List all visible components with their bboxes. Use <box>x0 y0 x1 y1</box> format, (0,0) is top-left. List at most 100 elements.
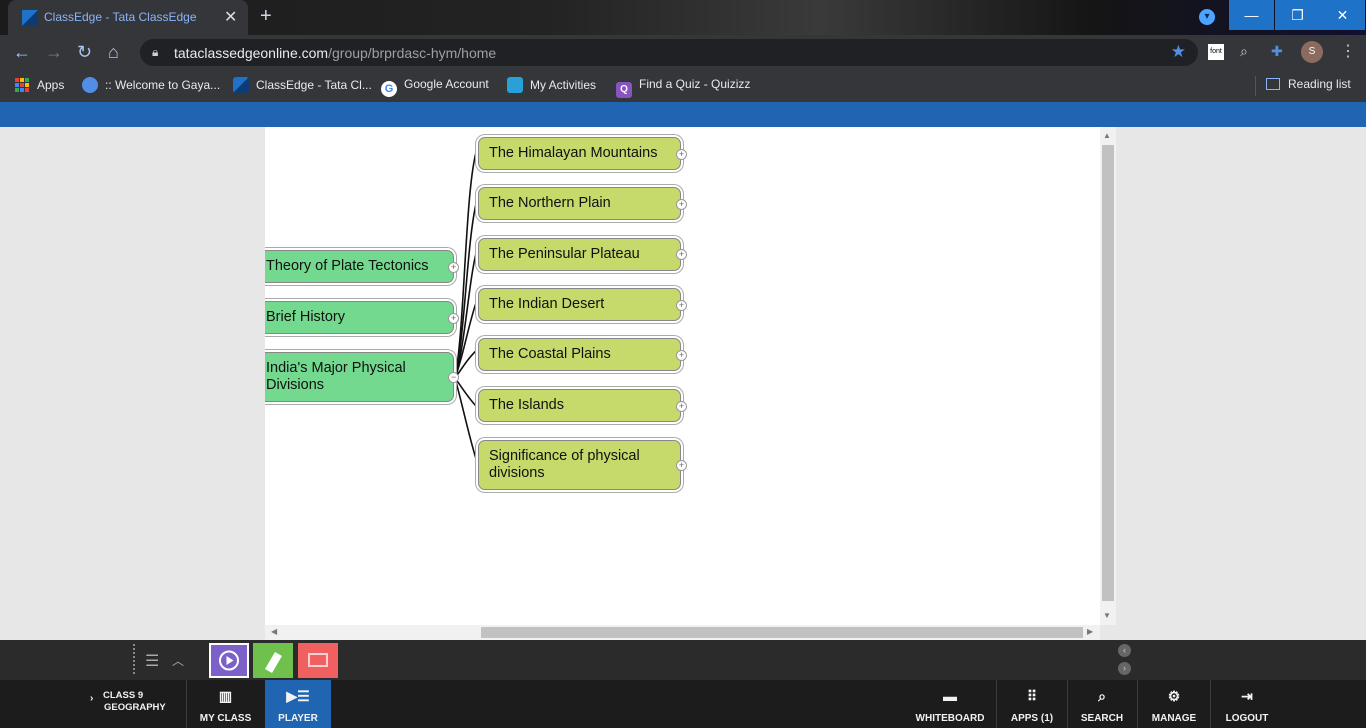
mindmap-node-peninsular-plateau[interactable]: The Peninsular Plateau <box>478 238 681 271</box>
search-icon: ⌕ <box>1098 688 1106 704</box>
mindmap-node-physical-divisions[interactable]: India's Major Physical Divisions <box>265 352 454 402</box>
zoom-extension-icon[interactable]: ⌕ <box>1240 43 1248 60</box>
dock-scroll-left-icon[interactable]: ‹ <box>1118 644 1131 657</box>
subject-name: GEOGRAPHY <box>104 702 166 713</box>
mindmap-node-northern-plain[interactable]: The Northern Plain <box>478 187 681 220</box>
activity-tile[interactable] <box>253 643 293 678</box>
browser-menu-icon[interactable]: ⋮ <box>1340 41 1356 61</box>
apps-grid-icon: ⠿ <box>1026 688 1038 704</box>
bookmark-gayatri[interactable]: :: Welcome to Gaya... <box>82 77 220 93</box>
browser-tab-strip: ClassEdge - Tata ClassEdge ✕ + ▾ — ❐ ✕ <box>0 0 1366 35</box>
mindmap-node-indian-desert[interactable]: The Indian Desert <box>478 288 681 321</box>
bookmark-star-icon[interactable]: ★ <box>1171 42 1186 62</box>
mindmap-node-plate-tectonics[interactable]: Theory of Plate Tectonics <box>265 250 454 283</box>
mindmap-node-himalayan-mountains[interactable]: The Himalayan Mountains <box>478 137 681 170</box>
player-icon: ▶☰ <box>286 688 310 704</box>
scroll-up-icon[interactable]: ▲ <box>1103 131 1111 140</box>
expand-node-icon[interactable]: + <box>676 249 687 260</box>
horizontal-scroll-thumb[interactable] <box>481 627 1083 638</box>
restore-window-icon[interactable]: ❐ <box>1275 0 1320 30</box>
horizontal-scrollbar[interactable]: ◀ ▶ <box>265 625 1100 640</box>
class-selector[interactable]: › CLASS 9 GEOGRAPHY <box>88 690 188 714</box>
classedge-favicon-icon <box>22 10 38 26</box>
font-extension-icon[interactable]: font <box>1208 44 1224 60</box>
tab-close-icon[interactable]: ✕ <box>224 7 237 27</box>
play-circle-icon <box>219 650 239 671</box>
bookmark-apps[interactable]: Apps <box>14 77 64 93</box>
nav-my-class[interactable]: ▥ MY CLASS <box>187 680 264 728</box>
back-icon[interactable]: ← <box>13 42 31 63</box>
browser-toolbar: ← → ↻ ⌂ 🔒︎ tataclassedgeonline.com/group… <box>0 35 1366 70</box>
minimize-window-icon[interactable]: — <box>1229 0 1274 30</box>
expand-node-icon[interactable]: + <box>676 460 687 471</box>
nav-manage[interactable]: ⚙ MANAGE <box>1138 680 1210 728</box>
lock-icon: 🔒︎ <box>152 45 159 59</box>
vertical-scroll-thumb[interactable] <box>1102 145 1114 601</box>
activities-icon <box>507 77 523 93</box>
assessment-tile[interactable] <box>298 643 338 678</box>
nav-logout[interactable]: ⇥ LOGOUT <box>1211 680 1283 728</box>
expand-node-icon[interactable]: + <box>448 313 459 324</box>
indent-list-icon[interactable]: ☰ <box>145 651 159 671</box>
class-name: CLASS 9 <box>103 690 144 701</box>
tab-title: ClassEdge - Tata ClassEdge <box>44 10 197 24</box>
extensions-puzzle-icon[interactable]: ✚ <box>1271 43 1283 60</box>
nav-whiteboard[interactable]: ▬ WHITEBOARD <box>905 680 995 728</box>
app-header-bar <box>0 102 1366 127</box>
address-bar[interactable]: 🔒︎ tataclassedgeonline.com/group/brprdas… <box>140 39 1198 66</box>
dock-scroll-right-icon[interactable]: › <box>1118 662 1131 675</box>
content-dock: ☰ ︿ ‹ › <box>0 640 1366 680</box>
home-icon[interactable]: ⌂ <box>108 42 119 63</box>
mindmap-node-significance[interactable]: Significance of physical divisions <box>478 440 681 490</box>
globe-icon <box>82 77 98 93</box>
expand-node-icon[interactable]: + <box>676 350 687 361</box>
classedge-favicon-icon <box>233 77 249 93</box>
vertical-scrollbar[interactable]: ▲ ▼ <box>1100 127 1116 625</box>
nav-search[interactable]: ⌕ SEARCH <box>1068 680 1136 728</box>
download-indicator-icon[interactable]: ▾ <box>1199 9 1215 25</box>
mindmap-node-islands[interactable]: The Islands <box>478 389 681 422</box>
scroll-right-icon[interactable]: ▶ <box>1087 627 1093 636</box>
chevron-right-icon: › <box>90 693 94 704</box>
profile-avatar[interactable]: S <box>1301 41 1323 63</box>
video-player-tile[interactable] <box>209 643 249 678</box>
scroll-down-icon[interactable]: ▼ <box>1103 611 1111 620</box>
google-icon: G <box>381 81 397 97</box>
reload-icon[interactable]: ↻ <box>77 42 92 63</box>
nav-apps[interactable]: ⠿ APPS (1) <box>997 680 1067 728</box>
mindmap-node-brief-history[interactable]: Brief History <box>265 301 454 334</box>
nav-player[interactable]: ▶☰ PLAYER <box>265 680 331 728</box>
reading-list-icon <box>1266 78 1280 90</box>
logout-icon: ⇥ <box>1241 688 1253 704</box>
scroll-left-icon[interactable]: ◀ <box>271 627 277 636</box>
expand-node-icon[interactable]: + <box>676 300 687 311</box>
pencil-paper-icon <box>265 652 282 673</box>
close-window-icon[interactable]: ✕ <box>1320 0 1365 30</box>
browser-tab[interactable]: ClassEdge - Tata ClassEdge ✕ <box>8 0 248 35</box>
forward-icon[interactable]: → <box>45 42 63 63</box>
bookmark-classedge[interactable]: ClassEdge - Tata Cl... <box>233 77 372 93</box>
bottom-navigation: ▥ MY CLASS ▶☰ PLAYER ▬ WHITEBOARD ⠿ APPS… <box>0 680 1366 728</box>
quizizz-icon: Q <box>616 82 632 98</box>
dock-drag-handle[interactable] <box>133 644 135 676</box>
expand-node-icon[interactable]: + <box>676 401 687 412</box>
new-tab-icon[interactable]: + <box>260 5 272 28</box>
url-text: tataclassedgeonline.com/group/brprdasc-h… <box>174 45 497 61</box>
mindmap-node-coastal-plains[interactable]: The Coastal Plains <box>478 338 681 371</box>
bookmark-quizizz[interactable]: Q Find a Quiz - Quizizz <box>616 77 750 98</box>
books-icon: ▥ <box>218 688 233 704</box>
expand-node-icon[interactable]: + <box>676 199 687 210</box>
screen-icon <box>308 653 328 667</box>
expand-node-icon[interactable]: + <box>448 262 459 273</box>
apps-grid-icon <box>15 78 29 92</box>
bookmark-my-activities[interactable]: My Activities <box>507 77 596 93</box>
expand-node-icon[interactable]: + <box>676 149 687 160</box>
whiteboard-icon: ▬ <box>943 688 957 704</box>
manage-icon: ⚙ <box>1167 688 1181 704</box>
bookmarks-divider <box>1255 76 1256 96</box>
bookmark-google-account[interactable]: G Google Account <box>381 77 489 97</box>
chevron-up-icon[interactable]: ︿ <box>172 652 184 669</box>
mindmap-canvas[interactable]: Theory of Plate Tectonics + Brief Histor… <box>265 127 1100 625</box>
collapse-node-icon[interactable]: − <box>448 372 459 383</box>
reading-list-button[interactable]: Reading list <box>1266 77 1351 91</box>
